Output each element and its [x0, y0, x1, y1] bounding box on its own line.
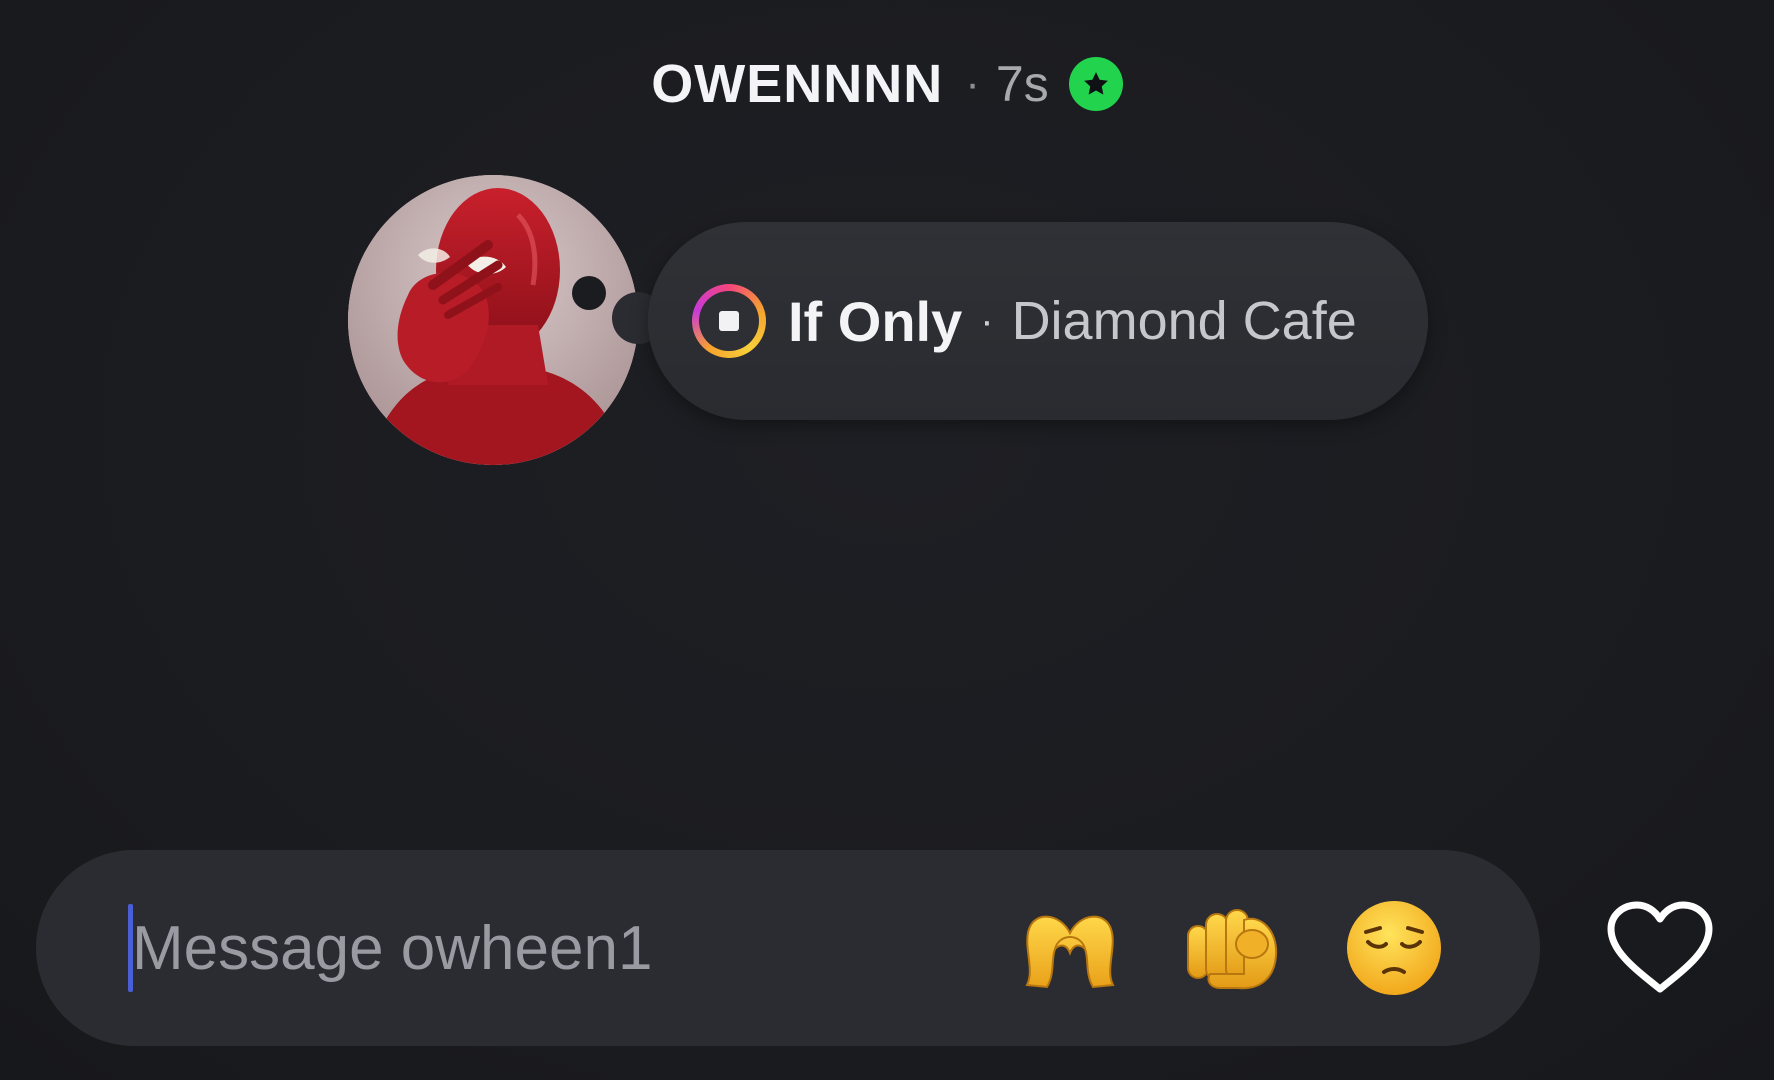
- heart-hands-emoji[interactable]: [1012, 890, 1128, 1006]
- song-separator: ·: [980, 298, 994, 343]
- song-title: If Only: [788, 289, 963, 353]
- header-separator: ·: [965, 59, 980, 108]
- header: OWENNNN · 7s: [0, 44, 1774, 124]
- spider-mask-avatar: [348, 175, 638, 465]
- music-note-bubble[interactable]: If Only · Diamond Cafe: [648, 222, 1428, 420]
- song-artist: Diamond Cafe: [1011, 291, 1357, 351]
- profile-avatar[interactable]: [348, 175, 638, 465]
- message-input[interactable]: [132, 902, 1012, 994]
- pensive-face-emoji[interactable]: [1336, 890, 1452, 1006]
- message-composer: [36, 850, 1540, 1046]
- story-reply-screen: OWENNNN · 7s If Only · Diamond Cafe Mess…: [0, 0, 1774, 1080]
- note-tail-small: [572, 276, 606, 310]
- star-icon: [1068, 57, 1123, 111]
- time-ago: 7s: [995, 56, 1049, 112]
- heart-outline-icon[interactable]: [1600, 896, 1720, 1002]
- music-stop-icon[interactable]: [692, 284, 766, 358]
- username[interactable]: OWENNNN: [651, 53, 943, 115]
- pointing-at-viewer-emoji[interactable]: [1174, 890, 1290, 1006]
